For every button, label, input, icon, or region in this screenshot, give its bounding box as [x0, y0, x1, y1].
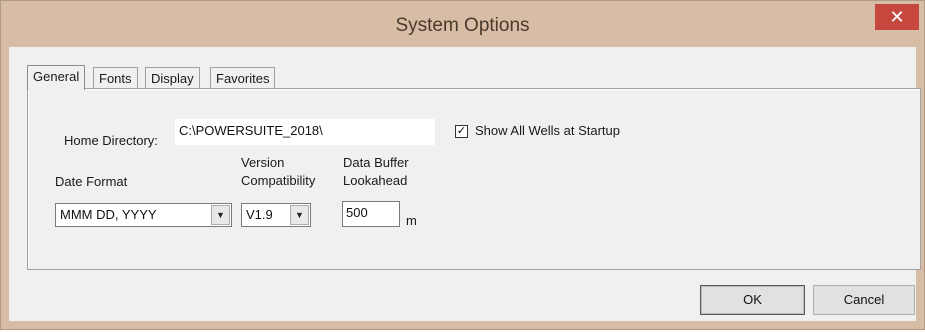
title-bar[interactable]: System Options ✕ [1, 1, 924, 47]
chevron-down-icon[interactable]: ▼ [211, 205, 230, 225]
home-directory-label: Home Directory: [64, 133, 158, 148]
date-format-value: MMM DD, YYYY [60, 207, 157, 222]
dialog-client-area: General Fonts Display Favorites Home Dir… [9, 47, 921, 321]
version-label-line2: Compatibility [241, 173, 316, 188]
close-icon: ✕ [889, 7, 905, 27]
buffer-label-line1: Data Buffer [343, 155, 409, 170]
close-button[interactable]: ✕ [875, 4, 919, 30]
ok-button[interactable]: OK [700, 285, 805, 315]
cancel-button[interactable]: Cancel [813, 285, 915, 315]
version-label-line1: Version [241, 155, 285, 170]
date-format-select[interactable]: MMM DD, YYYY ▼ [55, 203, 232, 227]
system-options-window: System Options ✕ General Fonts Display F… [0, 0, 925, 330]
data-buffer-unit: m [406, 213, 417, 228]
version-select[interactable]: V1.9 ▼ [241, 203, 311, 227]
checkmark-icon: ✓ [456, 125, 467, 137]
home-directory-field[interactable]: C:\POWERSUITE_2018\ [175, 119, 435, 145]
chevron-down-icon[interactable]: ▼ [290, 205, 309, 225]
version-value: V1.9 [246, 207, 273, 222]
tab-display[interactable]: Display [145, 67, 200, 89]
tab-favorites[interactable]: Favorites [210, 67, 276, 89]
window-title: System Options [395, 15, 530, 36]
buffer-label-line2: Lookahead [343, 173, 408, 188]
general-tab-panel: Home Directory: C:\POWERSUITE_2018\ ✓ Sh… [27, 88, 921, 270]
show-all-wells-label[interactable]: Show All Wells at Startup [475, 123, 620, 138]
show-all-wells-checkbox[interactable]: ✓ [455, 125, 468, 138]
tab-fonts[interactable]: Fonts [93, 67, 138, 89]
data-buffer-input[interactable]: 500 [342, 201, 400, 227]
tab-general[interactable]: General [27, 65, 86, 90]
date-format-label: Date Format [55, 174, 128, 189]
